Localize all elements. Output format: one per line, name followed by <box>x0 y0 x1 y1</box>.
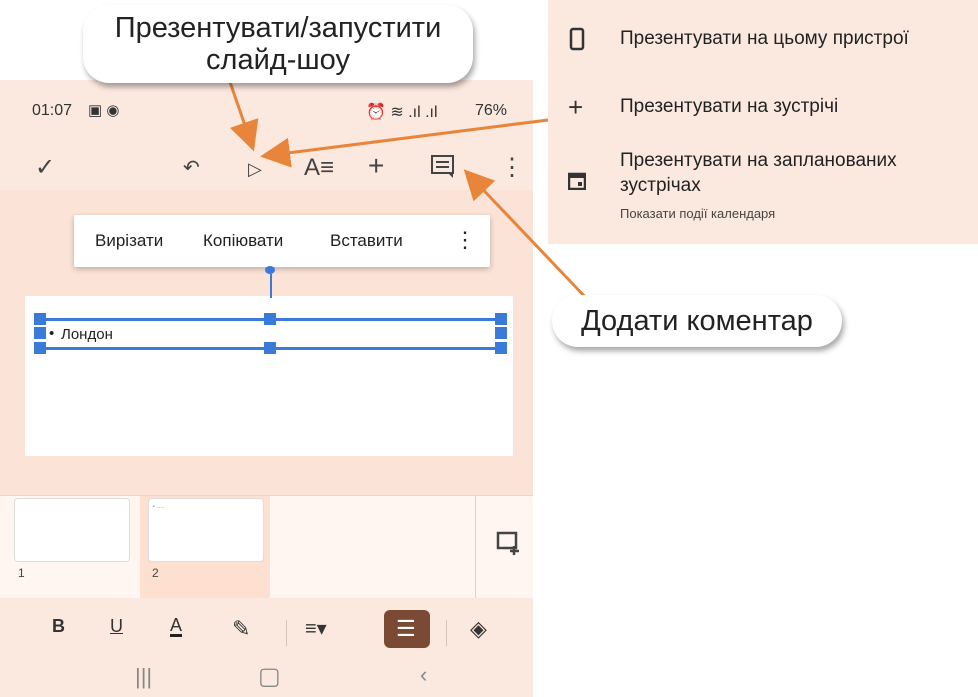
add-comment-callout: Додати коментар <box>552 295 842 347</box>
present-callout-line2: слайд-шоу <box>206 44 350 76</box>
arrow-to-present <box>228 81 259 152</box>
present-callout-line1: Презентувати/запустити <box>114 12 442 44</box>
arrow-menu-to-present <box>260 118 549 168</box>
callout-arrows <box>228 81 590 302</box>
arrow-to-comment <box>463 169 590 302</box>
present-callout: Презентувати/запустити слайд-шоу <box>83 5 473 83</box>
add-comment-text: Додати коментар <box>581 305 813 337</box>
